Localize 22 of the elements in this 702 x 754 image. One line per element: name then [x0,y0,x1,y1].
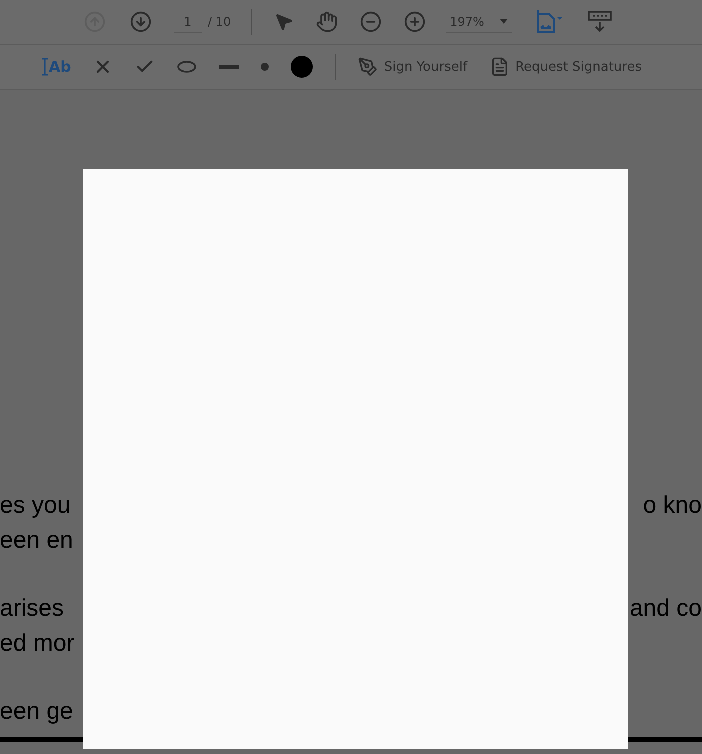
ellipse-icon[interactable] [177,61,198,73]
next-page-button[interactable] [128,9,154,35]
zoom-dropdown[interactable]: 197% [446,12,512,32]
document-text: arises [0,594,64,622]
add-text-tool[interactable]: Ab [42,58,72,76]
document-text: es you [0,492,71,520]
dot-icon[interactable] [261,63,270,71]
pen-icon [358,57,378,77]
document-text: een ge [0,698,74,726]
document-text: and co [630,594,702,622]
page-total: / 10 [208,15,232,29]
sign-yourself-button[interactable]: Sign Yourself [358,57,468,77]
filled-circle-icon[interactable] [291,56,314,78]
caret-icon [500,19,508,24]
document-text: ed mor [0,630,75,658]
keyboard-download-button[interactable] [586,9,614,35]
document-text: o kno [643,492,702,520]
document-text: een en [0,526,74,554]
text-cursor-icon [42,58,48,76]
request-signatures-button[interactable]: Request Signatures [490,57,642,77]
page-number-field[interactable]: 1 [174,12,202,32]
document-icon [490,57,510,77]
